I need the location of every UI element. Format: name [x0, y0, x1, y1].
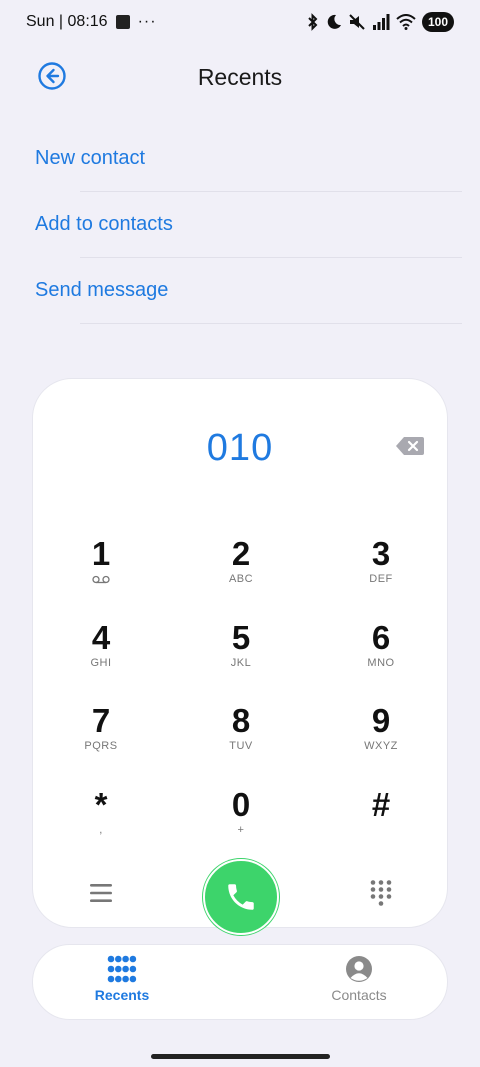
key-0[interactable]: 0 + [191, 786, 291, 860]
dialed-number-display[interactable]: 010 [33, 427, 447, 470]
status-left: Sun | 08:16 ··· [26, 13, 157, 31]
tab-contacts-label: Contacts [331, 987, 387, 1003]
key-2[interactable]: 2 ABC [191, 535, 291, 609]
add-to-contacts-button[interactable]: Add to contacts [0, 192, 480, 258]
key-star[interactable]: * , [51, 786, 151, 860]
contacts-person-icon [346, 956, 372, 982]
key-letters: , [99, 824, 103, 836]
key-7[interactable]: 7 PQRS [51, 702, 151, 776]
hide-keypad-button[interactable] [369, 879, 393, 912]
key-1[interactable]: 1 [51, 535, 151, 609]
divider [80, 323, 462, 324]
signal-icon [372, 14, 390, 30]
key-digit: # [371, 786, 391, 823]
key-hash[interactable]: # [331, 786, 431, 860]
tab-recents-label: Recents [94, 987, 150, 1003]
home-indicator[interactable] [151, 1054, 330, 1059]
key-6[interactable]: 6 MNO [331, 619, 431, 693]
key-letters: GHI [90, 657, 112, 669]
keypad-icon [370, 880, 392, 906]
new-contact-button[interactable]: New contact [0, 126, 480, 192]
new-contact-label: New contact [35, 147, 146, 169]
battery-indicator: 100 [421, 12, 454, 32]
menu-icon [90, 884, 112, 902]
status-bar: Sun | 08:16 ··· 100 [0, 0, 480, 46]
voicemail-icon [92, 575, 110, 584]
key-letters: MNO [367, 657, 395, 669]
moon-icon [327, 14, 341, 29]
dialer-screen: Sun | 08:16 ··· 100 Recents New contact … [0, 0, 480, 1067]
call-button[interactable] [203, 859, 279, 935]
tab-contacts[interactable]: Contacts [299, 955, 419, 1003]
mute-icon [349, 14, 365, 30]
key-letters: PQRS [84, 740, 118, 752]
key-letters: + [237, 824, 245, 836]
key-8[interactable]: 8 TUV [191, 702, 291, 776]
send-message-label: Send message [35, 279, 169, 301]
key-letters: JKL [230, 657, 252, 669]
bluetooth-icon [308, 13, 318, 31]
key-letters: DEF [369, 573, 393, 585]
bottom-navigation: Recents Contacts [32, 944, 448, 1020]
page-title: Recents [197, 64, 283, 90]
key-letters: WXYZ [364, 740, 398, 752]
screen-record-icon [115, 15, 130, 29]
key-digit: 0 [231, 786, 251, 823]
key-4[interactable]: 4 GHI [51, 619, 151, 693]
tab-recents[interactable]: Recents [62, 955, 182, 1003]
key-digit: 5 [231, 619, 251, 656]
key-digit: * [94, 786, 108, 823]
dialpad-card: 010 1 2 ABC 3 DEF 4 GHI 5 JKL 6 MNO 7 PQ… [32, 378, 448, 935]
key-3[interactable]: 3 DEF [331, 535, 431, 609]
header: Recents [0, 52, 480, 100]
key-digit: 2 [231, 535, 251, 572]
key-9[interactable]: 9 WXYZ [331, 702, 431, 776]
menu-button[interactable] [89, 882, 113, 909]
number-actions-list: New contact Add to contacts Send message [0, 126, 480, 324]
key-digit: 9 [371, 702, 391, 739]
key-digit: 8 [231, 702, 251, 739]
add-to-contacts-label: Add to contacts [35, 213, 173, 235]
send-message-button[interactable]: Send message [0, 258, 480, 324]
key-5[interactable]: 5 JKL [191, 619, 291, 693]
backspace-button[interactable] [395, 435, 425, 457]
more-notifications-icon: ··· [137, 13, 157, 30]
status-right: 100 [306, 12, 454, 32]
key-letters: TUV [229, 740, 253, 752]
key-digit: 1 [91, 535, 111, 572]
key-digit: 7 [91, 702, 111, 739]
recents-grid-icon [107, 955, 137, 983]
key-digit: 3 [371, 535, 391, 572]
wifi-icon [396, 14, 416, 30]
status-time: Sun | 08:16 [26, 13, 108, 30]
backspace-icon [396, 437, 424, 455]
key-digit: 6 [371, 619, 391, 656]
key-digit: 4 [91, 619, 111, 656]
phone-icon [228, 884, 254, 910]
key-letters: ABC [228, 573, 254, 585]
